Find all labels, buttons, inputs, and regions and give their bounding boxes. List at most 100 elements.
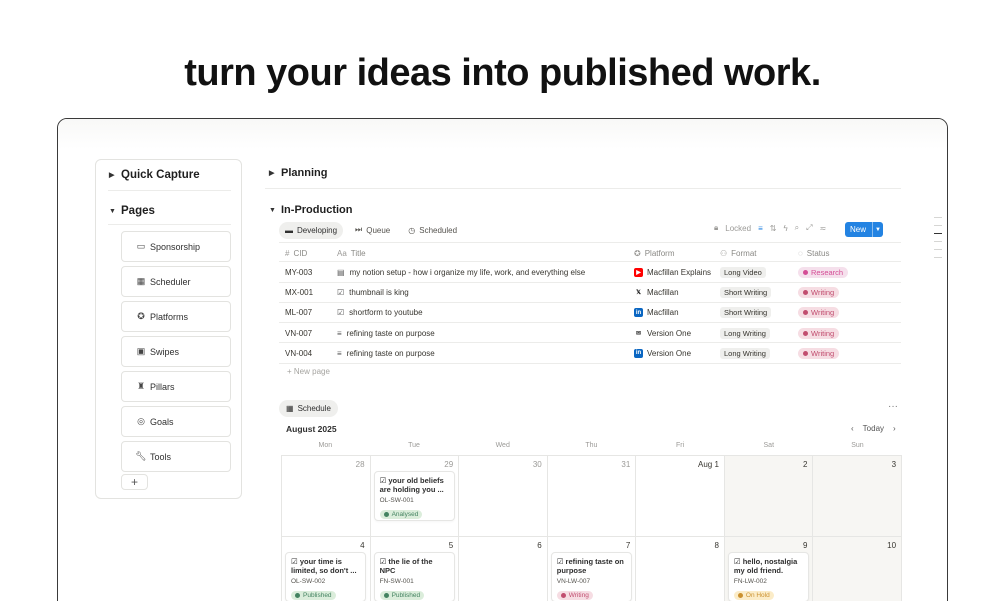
chevron-right-icon[interactable]: › <box>893 424 896 433</box>
format-cell[interactable]: Short Writing <box>720 303 772 323</box>
x-icon: 𝕏 <box>634 288 643 298</box>
pages-toggle[interactable]: ▼ Pages <box>109 205 155 217</box>
expand-icon[interactable]: ⤢ <box>806 223 812 233</box>
calendar-day[interactable]: 7 ☑ refining taste on purpose VN-LW-007 Wri… <box>547 537 637 601</box>
page-label: Goals <box>150 416 174 427</box>
format-cell[interactable]: Long Writing <box>720 323 770 343</box>
page-swipes[interactable]: ▣ Swipes <box>121 336 231 367</box>
calendar-day[interactable]: 30 <box>459 456 548 537</box>
calendar-day[interactable]: 29 ☑ your old beliefs are holding you ...… <box>370 456 460 537</box>
format-cell[interactable]: Short Writing <box>720 283 772 303</box>
day-number: 2 <box>803 460 808 469</box>
status-cell[interactable]: Writing <box>798 303 840 323</box>
new-page-button[interactable]: + New page <box>287 367 330 376</box>
header-format[interactable]: ⚇ Format <box>720 243 757 263</box>
table-row[interactable]: MX-001 ☑ thumbnail is king 𝕏 Macfillan Short … <box>279 283 901 303</box>
page-platforms[interactable]: ✪ Platforms <box>121 301 231 332</box>
header-status[interactable]: ◌ Status <box>798 243 829 263</box>
add-page-button[interactable]: + <box>121 474 148 490</box>
format-cell[interactable]: Long Writing <box>720 343 770 363</box>
filter-icon[interactable]: ≡ <box>758 224 763 233</box>
table-row[interactable]: VN-004 ≡ refining taste on purpose in Versio… <box>279 343 901 364</box>
calendar-card[interactable]: ☑ the lie of the NPC FN-SW-001 Published <box>373 552 455 601</box>
calendar-day[interactable]: Aug 1 <box>636 456 725 537</box>
table-header-row: # CID Aa Title ✪ Platform ⚇ Format ◌ Status <box>279 242 901 263</box>
chevron-down-icon[interactable]: ▼ <box>872 222 883 237</box>
title-cell[interactable]: ☑ shortform to youtube <box>337 303 423 323</box>
table-row[interactable]: VN-007 ≡ refining taste on purpose ✉ Version… <box>279 323 901 344</box>
calendar-card[interactable]: ☑ hello, nostalgia my old friend. FN-LW-0… <box>727 552 809 601</box>
calendar-card[interactable]: ☑ your time is limited, so don't ... OL-S… <box>285 552 366 601</box>
page-scheduler[interactable]: ▦ Scheduler <box>121 266 231 297</box>
page-label: Swipes <box>150 346 180 357</box>
calendar-card[interactable]: ☑ refining taste on purpose VN-LW-007 Writ… <box>550 552 632 601</box>
card-id: OL-SW-002 <box>291 578 326 585</box>
header-title[interactable]: Aa Title <box>337 243 366 263</box>
table-row[interactable]: ML-007 ☑ shortform to youtube in Macfillan Sh… <box>279 303 901 324</box>
divider <box>108 224 231 225</box>
tab-developing[interactable]: ▬ Developing <box>279 221 344 239</box>
quick-capture-toggle[interactable]: ▶ Quick Capture <box>109 169 200 181</box>
page-tools[interactable]: 🔧︎ Tools <box>121 441 231 472</box>
calendar-card[interactable]: ☑ your old beliefs are holding you ... OL… <box>373 471 455 521</box>
platform-cell[interactable]: 𝕏 Macfillan <box>634 283 679 303</box>
title-cell[interactable]: ☑ thumbnail is king <box>337 283 409 303</box>
calendar-day[interactable]: 28 <box>282 456 371 537</box>
page-goals[interactable]: ◎ Goals <box>121 406 231 437</box>
calendar-day[interactable]: 5 ☑ the lie of the NPC FN-SW-001 Published <box>370 537 460 601</box>
planning-toggle[interactable]: ▶ Planning <box>269 167 327 179</box>
linkedin-icon: in <box>634 308 643 318</box>
document-icon: ☑ <box>556 557 566 566</box>
status-cell[interactable]: Writing <box>798 323 840 343</box>
table-row[interactable]: MY-003 ▤ my notion setup - how i organize … <box>279 262 901 283</box>
status-cell[interactable]: Writing <box>798 343 840 363</box>
chevron-left-icon[interactable]: ‹ <box>851 424 854 433</box>
calendar-day[interactable]: 10 <box>813 537 903 601</box>
page-label: Platforms <box>150 311 189 322</box>
calendar-day[interactable]: 3 <box>813 456 903 537</box>
day-number: 10 <box>887 541 897 550</box>
header-platform[interactable]: ✪ Platform <box>634 243 675 263</box>
today-button[interactable]: Today <box>863 424 884 433</box>
badge-text: Analysed <box>391 511 419 518</box>
platform-cell[interactable]: ✉ Version One <box>634 323 691 343</box>
title-cell[interactable]: ≡ refining taste on purpose <box>337 343 435 363</box>
automation-icon[interactable]: ϟ <box>783 224 787 233</box>
card-title: ☑ your old beliefs are holding you ... <box>380 476 449 494</box>
sort-icon[interactable]: ⇅ <box>770 224 777 233</box>
header-cid[interactable]: # CID <box>285 243 307 263</box>
shapes-icon: ⚇ <box>720 248 728 258</box>
calendar-day[interactable]: 6 <box>459 537 548 601</box>
title-cell[interactable]: ▤ my notion setup - how i organize my lif… <box>337 262 585 282</box>
card-id: OL-SW-001 <box>379 497 414 504</box>
platform-cell[interactable]: in Version One <box>634 343 691 363</box>
title-cell[interactable]: ≡ refining taste on purpose <box>337 323 435 343</box>
page-outline[interactable] <box>934 217 942 265</box>
calendar-day[interactable]: 2 <box>724 456 814 537</box>
calendar-day[interactable]: 8 <box>636 537 725 601</box>
in-production-toggle[interactable]: ▼ In-Production <box>269 204 353 216</box>
search-icon[interactable]: ⌕ <box>795 223 799 233</box>
tab-queue[interactable]: ⏭ Queue <box>349 221 396 239</box>
status-badge: Writing <box>798 287 840 299</box>
calendar-day[interactable]: 4 ☑ your time is limited, so don't ... OL-… <box>282 537 371 601</box>
platform-cell[interactable]: ▶ Macfillan Explains <box>634 262 711 282</box>
badge-text: On Hold <box>745 592 770 599</box>
calendar-icon: ▦ <box>286 404 294 413</box>
calendar-day[interactable]: 31 <box>547 456 637 537</box>
locked-label[interactable]: Locked <box>725 224 751 233</box>
settings-icon[interactable]: ≂ <box>820 224 827 233</box>
platform-cell[interactable]: in Macfillan <box>634 303 679 323</box>
format-cell[interactable]: Long Video <box>720 262 766 282</box>
tab-scheduled[interactable]: ◷ Scheduled <box>402 222 463 239</box>
tab-schedule[interactable]: ▦ Schedule <box>279 400 338 417</box>
status-dot <box>803 290 808 296</box>
card-title-text: hello, nostalgia my old friend. <box>733 557 798 575</box>
status-cell[interactable]: Writing <box>798 283 840 303</box>
more-options-icon[interactable]: ··· <box>888 401 898 412</box>
new-button[interactable]: New ▼ <box>845 222 883 237</box>
calendar-day[interactable]: 9 ☑ hello, nostalgia my old friend. FN-LW-… <box>724 537 814 601</box>
page-pillars[interactable]: ♜ Pillars <box>121 371 231 402</box>
page-sponsorship[interactable]: ▭ Sponsorship <box>121 231 231 262</box>
status-cell[interactable]: Research <box>798 262 849 282</box>
